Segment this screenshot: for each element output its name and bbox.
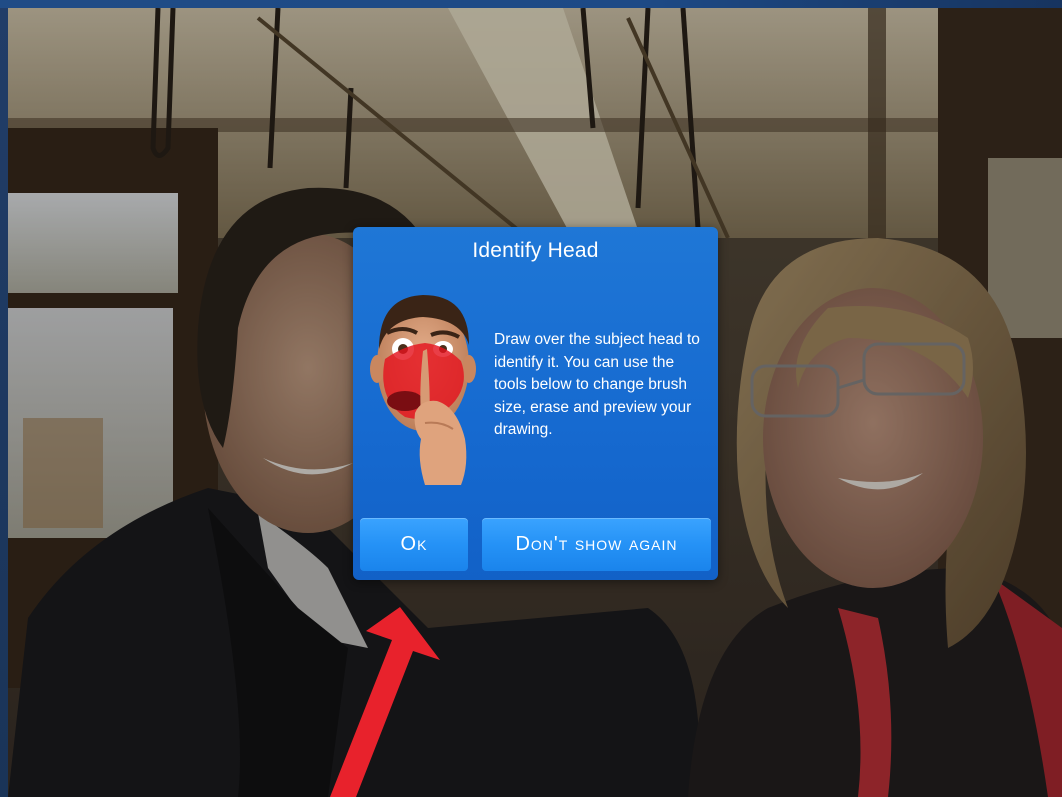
identify-head-dialog: Identify Head Draw over the subject head… bbox=[353, 227, 718, 580]
dialog-body-text: Draw over the subject head to identify i… bbox=[494, 331, 700, 438]
top-frame-strip bbox=[0, 0, 1062, 8]
head-highlight-illustration bbox=[370, 295, 476, 485]
ok-button[interactable]: Ok bbox=[360, 518, 468, 571]
left-frame-strip bbox=[0, 8, 8, 797]
dont-show-again-button[interactable]: Don't show again bbox=[482, 518, 711, 571]
dialog-title: Identify Head bbox=[472, 239, 599, 262]
app-screen: Identify Head Draw over the subject head… bbox=[0, 0, 1062, 797]
